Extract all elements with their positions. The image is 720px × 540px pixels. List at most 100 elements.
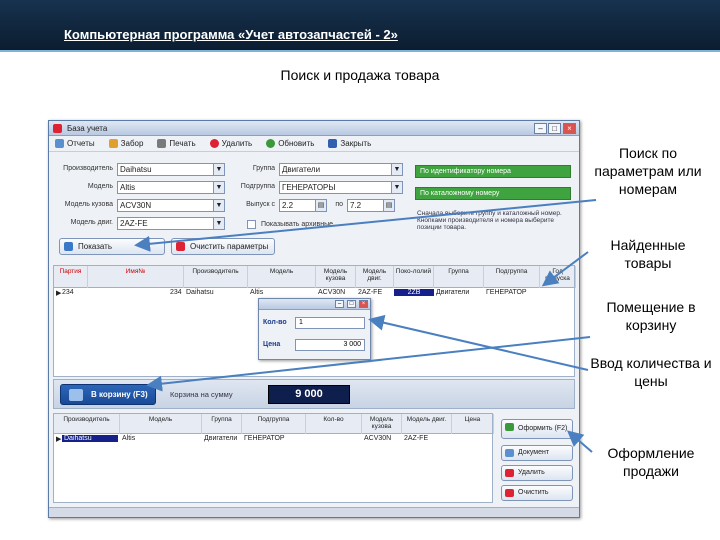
minimize-button[interactable]: – (335, 300, 344, 308)
subgroup-select[interactable]: ГЕНЕРАТОРЫ ▼ (279, 181, 403, 194)
cell: ACV30N (318, 289, 346, 296)
cell: ГЕНЕРАТОР (244, 435, 285, 442)
col-header: Модель кузова (362, 414, 402, 434)
close-doc-icon (328, 139, 338, 148)
checkout-label: Оформить (F2) (518, 425, 568, 432)
clear-button-label: Очистить параметры (190, 242, 269, 251)
cell: Двигатели (436, 289, 470, 296)
model-select[interactable]: Altis ▼ (117, 181, 225, 194)
minimize-button[interactable]: – (534, 123, 547, 134)
cart-sum-label: Корзина на сумму (170, 390, 233, 399)
toolbar-refresh[interactable]: Обновить (266, 139, 314, 148)
qty-input[interactable]: 1 (295, 317, 365, 329)
manufacturer-select[interactable]: Daihatsu ▼ (117, 163, 225, 176)
group-value: Двигатели (282, 165, 321, 174)
toolbar-fence[interactable]: Забор (108, 139, 143, 148)
status-bar (49, 507, 579, 517)
col-header: Модель двиг. (402, 414, 452, 434)
col-header: Производитель (54, 414, 120, 434)
col-header: Имя№ (88, 266, 184, 288)
search-by-id-button[interactable]: По идентификатору номера (415, 165, 571, 178)
year-to-field[interactable]: 7.2 ▤ (347, 199, 395, 212)
cell: 234 (170, 289, 182, 296)
col-header: Модель кузова (316, 266, 356, 288)
col-header: Производитель (184, 266, 248, 288)
refresh-icon (266, 139, 276, 148)
model-value: Altis (120, 183, 136, 192)
qty-dialog: – □ × Кол-во 1 Цена 3 000 (258, 298, 371, 360)
year-from-value: 2.2 (282, 201, 294, 210)
fence-icon (108, 139, 118, 148)
col-header: Год выпуска (540, 266, 576, 288)
calendar-icon: ▤ (315, 200, 326, 211)
table-row[interactable]: ▶ 234 234 Daihatsu Altis ACV30N 2AZ-FE 2… (54, 288, 574, 298)
year-to-value: 7.2 (350, 201, 362, 210)
annotation-to-cart: Помещение в корзину (606, 299, 696, 333)
maximize-button[interactable]: □ (347, 300, 356, 308)
show-button[interactable]: Показать (59, 238, 165, 255)
col-header: Подгруппа (484, 266, 540, 288)
cell: Двигатели (204, 435, 238, 442)
cell: 234 (62, 289, 74, 296)
slide-title: Компьютерная программа «Учет автозапчаст… (64, 27, 398, 42)
search-by-catalog-button[interactable]: По каталожному номеру (415, 187, 571, 200)
subgroup-value: ГЕНЕРАТОРЫ (282, 183, 336, 192)
engine-select[interactable]: 2AZ-FE ▼ (117, 217, 225, 230)
window-title: База учета (67, 124, 108, 133)
checkmark-icon (505, 423, 514, 431)
price-value: 3 000 (343, 341, 361, 348)
group-select[interactable]: Двигатели ▼ (279, 163, 403, 176)
add-to-cart-button[interactable]: В корзину (F3) (60, 384, 156, 405)
chevron-down-icon: ▼ (213, 182, 224, 193)
cell-selected: 2ZB (394, 289, 434, 296)
chevron-down-icon: ▼ (391, 182, 402, 193)
col-header: Модель двиг. (356, 266, 394, 288)
toolbar-delete[interactable]: Удалить (209, 139, 253, 148)
body-label: Модель кузова (64, 201, 113, 208)
body-select[interactable]: ACV30N ▼ (117, 199, 225, 212)
reports-icon (55, 139, 64, 148)
table-row[interactable]: ▶ Daihatsu Altis Двигатели ГЕНЕРАТОР ACV… (54, 434, 492, 444)
close-button[interactable]: × (359, 300, 368, 308)
maximize-button[interactable]: □ (548, 123, 561, 134)
checkout-button[interactable]: Оформить (F2) (501, 419, 573, 439)
col-header: Группа (434, 266, 484, 288)
clear-x-icon (505, 489, 514, 497)
document-icon (505, 449, 514, 457)
cart-button-label: В корзину (F3) (91, 390, 148, 399)
cell-selected: Daihatsu (62, 435, 118, 442)
print-icon (157, 139, 167, 148)
subgroup-label: Подгруппа (240, 183, 275, 190)
clear-cart-button[interactable]: Очистить (501, 485, 573, 501)
year-from-label: Выпуск с (246, 201, 275, 208)
annotation-found: Найденные товары (610, 237, 686, 271)
results-header: Партия Имя№ Производитель Модель Модель … (54, 266, 576, 288)
filter-panel: Производитель Daihatsu ▼ Модель Altis ▼ Мо… (49, 154, 579, 250)
clear-params-button[interactable]: Очистить параметры (171, 238, 275, 255)
chevron-down-icon: ▼ (213, 200, 224, 211)
toolbar-reports[interactable]: Отчеты (55, 139, 95, 148)
delete-button[interactable]: Удалить (501, 465, 573, 481)
document-button[interactable]: Документ (501, 445, 573, 461)
model-label: Модель (87, 183, 113, 190)
annotation-checkout: Оформление продажи (607, 445, 695, 479)
chevron-down-icon: ▼ (391, 164, 402, 175)
archive-checkbox[interactable] (247, 220, 256, 229)
cart-sum-value: 9 000 (268, 385, 350, 404)
engine-value: 2AZ-FE (120, 219, 148, 228)
col-header: Поко-лолий (394, 266, 434, 288)
toolbar-label: Удалить (221, 139, 253, 148)
col-header: Подгруппа (242, 414, 306, 434)
qty-dialog-titlebar: – □ × (259, 299, 370, 310)
close-button[interactable]: × (563, 123, 576, 134)
toolbar-close[interactable]: Закрыть (328, 139, 371, 148)
price-input[interactable]: 3 000 (295, 339, 365, 351)
archive-checkbox-label: Показывать архивные (261, 221, 333, 228)
row-pointer-icon: ▶ (56, 436, 62, 443)
col-header: Группа (202, 414, 242, 434)
year-from-field[interactable]: 2.2 ▤ (279, 199, 327, 212)
calendar-icon: ▤ (383, 200, 394, 211)
toolbar-print[interactable]: Печать (157, 139, 196, 148)
cell: 2AZ-FE (404, 435, 429, 442)
engine-label: Модель двиг. (70, 219, 113, 226)
